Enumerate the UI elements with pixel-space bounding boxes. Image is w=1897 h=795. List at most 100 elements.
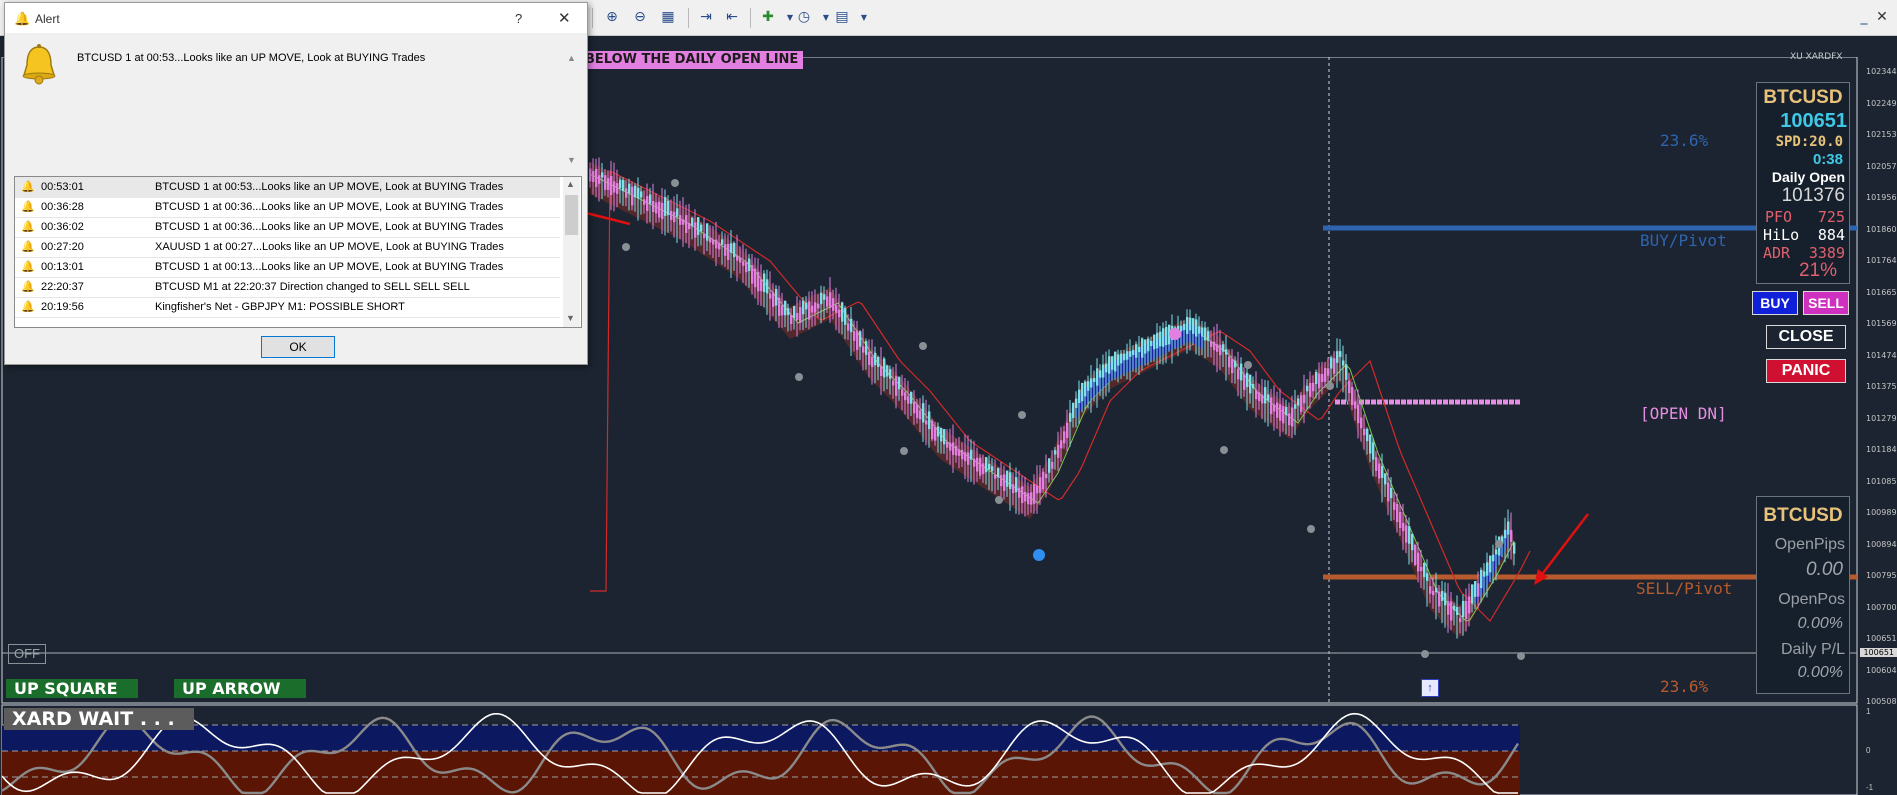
candle-body <box>1126 351 1129 360</box>
candle-body <box>856 331 859 350</box>
candle-body <box>1282 406 1285 424</box>
swing-dot-marker <box>671 179 679 187</box>
candle-body <box>649 194 652 204</box>
candle-body <box>862 346 865 353</box>
candle-body <box>1222 344 1225 352</box>
alert-message: BTCUSD 1 at 00:53...Looks like an UP MOV… <box>77 52 426 64</box>
candle-body <box>901 389 904 396</box>
chevron-down-icon[interactable]: ▼ <box>852 6 876 28</box>
candle-body <box>934 426 937 441</box>
list-item[interactable]: 🔔 22:20:37 BTCUSD M1 at 22:20:37 Direction… <box>15 277 560 298</box>
candle-body <box>1240 363 1243 381</box>
candle-body <box>1378 463 1381 479</box>
list-item[interactable]: 🔔 20:19:56 Kingfisher's Net - GBPJPY M1: P… <box>15 297 560 318</box>
candle-body <box>826 296 829 307</box>
candle-body <box>769 293 772 299</box>
ok-button[interactable]: OK <box>261 336 335 358</box>
close-button[interactable]: ✕ <box>558 9 571 27</box>
candle-body <box>1243 374 1246 390</box>
candle-body <box>1111 356 1114 370</box>
candle-body <box>985 457 988 473</box>
candle-body <box>1270 397 1273 415</box>
candle-body <box>739 257 742 263</box>
candle-body <box>1474 581 1477 597</box>
close-icon[interactable]: ✕ <box>1874 6 1890 28</box>
swing-dot-marker <box>1517 652 1525 660</box>
candle-body <box>682 219 685 225</box>
candle-body <box>1039 477 1042 493</box>
open-pips-label: OpenPips <box>1774 536 1845 553</box>
templates-icon[interactable]: ▤ <box>830 6 854 28</box>
candle-body <box>1006 470 1009 487</box>
chart-shift-icon[interactable]: ⇤ <box>720 6 744 28</box>
candle-body <box>1408 526 1411 544</box>
candle-body <box>1198 326 1201 334</box>
help-button[interactable]: ? <box>515 11 522 26</box>
candle-body <box>595 168 598 188</box>
minimize-icon[interactable]: _ <box>1856 6 1872 28</box>
candle-body <box>820 292 823 305</box>
chevron-down-icon[interactable]: ▼ <box>567 155 576 165</box>
indicator-title: XARD WAIT . . . <box>4 708 194 730</box>
candle-body <box>844 308 847 325</box>
panel-daily-open-value: 101376 <box>1781 185 1845 206</box>
list-item[interactable]: 🔔 00:36:28 BTCUSD 1 at 00:36...Looks like … <box>15 197 560 218</box>
signal-arrow-icon: ↑ <box>1421 679 1439 697</box>
candle-body <box>982 463 985 475</box>
panic-button[interactable]: PANIC <box>1766 359 1846 383</box>
price-tick-label: 102153 <box>1866 130 1897 139</box>
candle-body <box>622 179 625 192</box>
candle-body <box>685 215 688 233</box>
sell-button[interactable]: SELL <box>1803 291 1849 315</box>
candle-body <box>799 307 802 323</box>
price-tick-label: 101375 <box>1866 382 1897 391</box>
zoom-in-icon[interactable]: ⊕ <box>600 6 624 28</box>
price-tick-label: 101184 <box>1866 445 1897 454</box>
candle-body <box>1144 339 1147 354</box>
candle-body <box>1087 381 1090 391</box>
candle-body <box>940 427 943 442</box>
chevron-down-icon[interactable]: ▼ <box>566 313 575 323</box>
chevron-up-icon[interactable]: ▲ <box>566 179 575 189</box>
candle-body <box>1225 349 1228 355</box>
candle-body <box>868 352 871 365</box>
close-button[interactable]: CLOSE <box>1766 325 1846 349</box>
list-item[interactable]: 🔔 00:27:20 XAUUSD 1 at 00:27...Looks like … <box>15 237 560 258</box>
swing-dot-marker <box>795 373 803 381</box>
list-scrollbar[interactable]: ▲ ▼ <box>563 177 580 327</box>
candle-body <box>670 210 673 221</box>
candle-body <box>880 365 883 377</box>
list-item[interactable]: 🔔 00:13:01 BTCUSD 1 at 00:13...Looks like … <box>15 257 560 278</box>
candle-body <box>1123 353 1126 361</box>
scrollbar-thumb[interactable] <box>565 195 578 235</box>
buy-button[interactable]: BUY <box>1752 291 1798 315</box>
alert-history-list[interactable]: 🔔 00:53:01 BTCUSD 1 at 00:53...Looks like … <box>14 176 582 328</box>
toolbar-separator <box>688 8 689 28</box>
candle-body <box>1165 327 1168 345</box>
candle-body <box>1048 458 1051 473</box>
list-item[interactable]: 🔔 00:53:01 BTCUSD 1 at 00:53...Looks like … <box>15 177 560 198</box>
candle-body <box>796 313 799 320</box>
zoom-out-icon[interactable]: ⊖ <box>628 6 652 28</box>
candle-body <box>706 223 709 241</box>
candle-body <box>1081 382 1084 402</box>
candle-body <box>973 458 976 467</box>
periodicity-icon[interactable]: ◷ <box>792 6 816 28</box>
indicators-icon[interactable]: ✚ <box>756 6 780 28</box>
position-panel: BTCUSD OpenPips 0.00 OpenPos 0.00% Daily… <box>1756 496 1850 694</box>
candle-body <box>979 457 982 476</box>
off-button[interactable]: OFF <box>8 644 46 664</box>
tile-windows-icon[interactable]: ▦ <box>656 6 680 28</box>
candle-body <box>1321 374 1324 382</box>
candle-body <box>1069 412 1072 422</box>
candle-body <box>1024 491 1027 502</box>
auto-scroll-icon[interactable]: ⇥ <box>694 6 718 28</box>
open-pos-value: 0.00% <box>1797 615 1843 632</box>
chevron-up-icon[interactable]: ▲ <box>567 53 576 63</box>
candle-body <box>943 429 946 445</box>
candle-body <box>1186 317 1189 334</box>
candle-body <box>1303 394 1306 404</box>
swing-low-marker <box>1033 549 1045 561</box>
candle-body <box>1153 334 1156 350</box>
list-item[interactable]: 🔔 00:36:02 BTCUSD 1 at 00:36...Looks like … <box>15 217 560 238</box>
